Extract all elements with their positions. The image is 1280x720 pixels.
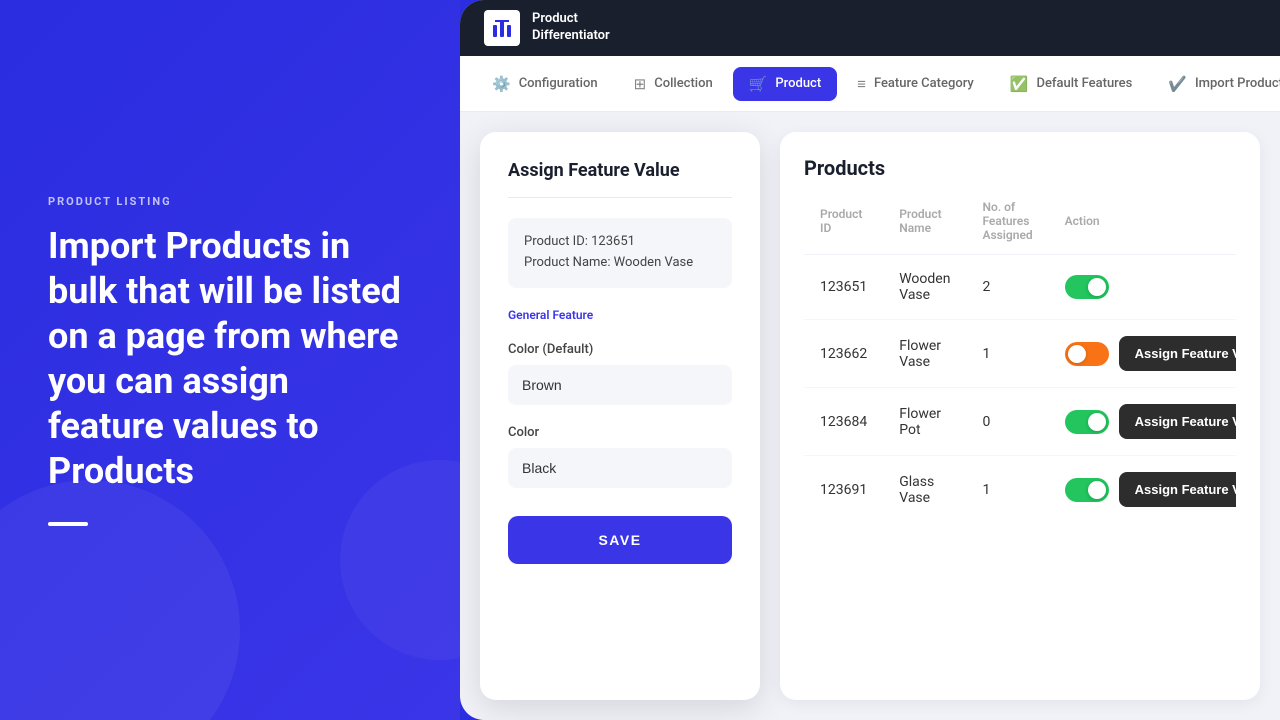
products-table: Product ID Product Name No. of Features … bbox=[804, 200, 1236, 523]
table-row: 123691 Glass Vase 1 Assign Feature Value bbox=[804, 456, 1236, 524]
cell-features-count: 1 bbox=[966, 456, 1048, 524]
assign-feature-button[interactable]: Assign Feature Value bbox=[1119, 336, 1236, 371]
col-product-id: Product ID bbox=[804, 200, 883, 255]
toggle-thumb bbox=[1088, 481, 1106, 499]
products-title: Products bbox=[804, 156, 1236, 180]
products-section: Products Product ID Product Name No. of … bbox=[780, 132, 1260, 700]
cell-action: Assign Feature Value bbox=[1049, 388, 1236, 456]
cell-action: Assign Feature Value bbox=[1049, 320, 1236, 388]
logo-text: Product Differentiator bbox=[532, 11, 610, 45]
feature-section: General Feature bbox=[508, 308, 732, 322]
hero-title: Import Products in bulk that will be lis… bbox=[48, 224, 412, 494]
assign-feature-button[interactable]: Assign Feature Value bbox=[1119, 472, 1236, 507]
table-row: 123662 Flower Vase 1 Assign Feature Valu… bbox=[804, 320, 1236, 388]
color-input[interactable] bbox=[508, 448, 732, 488]
modal-title: Assign Feature Value bbox=[508, 160, 732, 198]
toggle-switch[interactable] bbox=[1065, 410, 1109, 434]
toggle-switch[interactable] bbox=[1065, 275, 1109, 299]
table-row: 123651 Wooden Vase 2 bbox=[804, 255, 1236, 320]
nav-item-configuration[interactable]: ⚙️ Configuration bbox=[476, 67, 614, 101]
cell-product-id: 123684 bbox=[804, 388, 883, 456]
nav-item-feature-category[interactable]: ≡ Feature Category bbox=[841, 67, 990, 101]
cell-features-count: 0 bbox=[966, 388, 1048, 456]
nav-item-collection[interactable]: ⊞ Collection bbox=[618, 67, 729, 101]
hero-divider bbox=[48, 522, 88, 526]
assign-feature-button[interactable]: Assign Feature Value bbox=[1119, 404, 1236, 439]
toggle-thumb bbox=[1088, 278, 1106, 296]
action-group: Assign Feature Value bbox=[1065, 472, 1236, 507]
cell-product-name: Glass Vase bbox=[883, 456, 966, 524]
cell-product-id: 123691 bbox=[804, 456, 883, 524]
nav-item-product[interactable]: 🛒 Product bbox=[733, 67, 837, 101]
color-default-label: Color (Default) bbox=[508, 342, 732, 357]
nav-item-default-features[interactable]: ✅ Default Features bbox=[994, 67, 1149, 101]
product-info-box: Product ID: 123651 Product Name: Wooden … bbox=[508, 218, 732, 288]
cell-product-name: Flower Pot bbox=[883, 388, 966, 456]
general-feature-label: General Feature bbox=[508, 308, 732, 322]
color-label: Color bbox=[508, 425, 732, 440]
col-features-assigned: No. of Features Assigned bbox=[966, 200, 1048, 255]
logo-icon bbox=[484, 10, 520, 46]
default-features-icon: ✅ bbox=[1010, 75, 1029, 93]
config-icon: ⚙️ bbox=[492, 75, 511, 93]
action-group bbox=[1065, 275, 1236, 299]
nav-item-import-products[interactable]: ✔️ Import Products bbox=[1152, 67, 1280, 101]
product-listing-label: PRODUCT LISTING bbox=[48, 195, 412, 208]
assign-feature-modal: Assign Feature Value Product ID: 123651 … bbox=[480, 132, 760, 700]
action-group: Assign Feature Value bbox=[1065, 336, 1236, 371]
cell-features-count: 2 bbox=[966, 255, 1048, 320]
toggle-thumb bbox=[1068, 345, 1086, 363]
cell-features-count: 1 bbox=[966, 320, 1048, 388]
product-icon: 🛒 bbox=[749, 75, 768, 93]
left-panel: PRODUCT LISTING Import Products in bulk … bbox=[0, 0, 460, 720]
feature-category-icon: ≡ bbox=[857, 75, 866, 93]
main-content: Assign Feature Value Product ID: 123651 … bbox=[460, 112, 1280, 720]
col-action: Action bbox=[1049, 200, 1236, 255]
cell-product-id: 123662 bbox=[804, 320, 883, 388]
logo-area: Product Differentiator bbox=[484, 10, 610, 46]
toggle-switch[interactable] bbox=[1065, 342, 1109, 366]
top-bar: Product Differentiator bbox=[460, 0, 1280, 56]
toggle-switch[interactable] bbox=[1065, 478, 1109, 502]
table-header-row: Product ID Product Name No. of Features … bbox=[804, 200, 1236, 255]
nav-bar: ⚙️ Configuration ⊞ Collection 🛒 Product … bbox=[460, 56, 1280, 112]
collection-icon: ⊞ bbox=[634, 75, 647, 93]
col-product-name: Product Name bbox=[883, 200, 966, 255]
cell-product-name: Flower Vase bbox=[883, 320, 966, 388]
product-id-text: Product ID: 123651 bbox=[524, 232, 716, 253]
color-default-field: Color (Default) bbox=[508, 342, 732, 405]
product-name-text: Product Name: Wooden Vase bbox=[524, 253, 716, 274]
products-table-wrapper: Product ID Product Name No. of Features … bbox=[804, 200, 1236, 676]
cell-action bbox=[1049, 255, 1236, 320]
right-panel: Product Differentiator ⚙️ Configuration … bbox=[460, 0, 1280, 720]
cell-product-name: Wooden Vase bbox=[883, 255, 966, 320]
cell-product-id: 123651 bbox=[804, 255, 883, 320]
save-button[interactable]: SAVE bbox=[508, 516, 732, 564]
color-field: Color bbox=[508, 425, 732, 488]
table-row: 123684 Flower Pot 0 Assign Feature Value bbox=[804, 388, 1236, 456]
toggle-thumb bbox=[1088, 413, 1106, 431]
action-group: Assign Feature Value bbox=[1065, 404, 1236, 439]
color-default-input[interactable] bbox=[508, 365, 732, 405]
import-products-icon: ✔️ bbox=[1168, 75, 1187, 93]
cell-action: Assign Feature Value bbox=[1049, 456, 1236, 524]
